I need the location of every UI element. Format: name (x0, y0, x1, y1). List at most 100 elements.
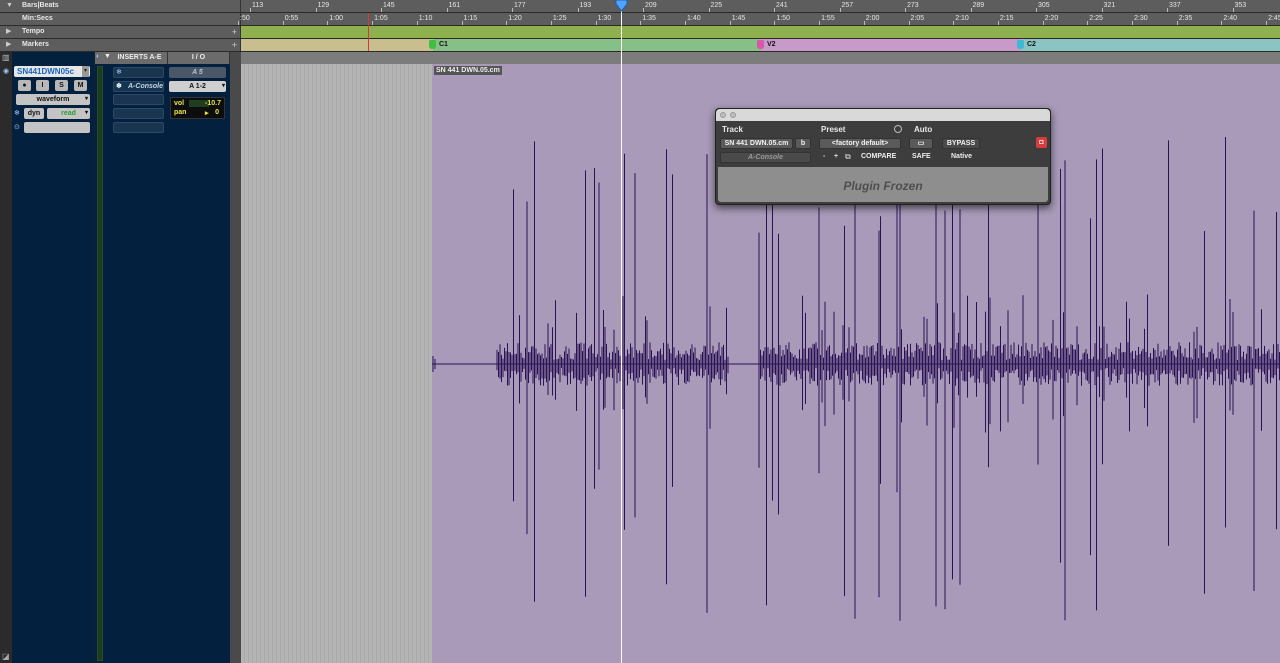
dyn-label: dyn (27, 110, 41, 117)
bars-tick (381, 8, 382, 12)
bars-tick (1167, 8, 1168, 12)
pan-value[interactable]: 0 (215, 109, 219, 116)
plugin-titlebar[interactable] (716, 109, 1050, 121)
playhead-cursor-icon[interactable] (615, 0, 628, 12)
copy-settings-icon[interactable]: ⧉ (845, 152, 851, 162)
bars-beats-label: Bars|Beats (22, 2, 59, 9)
insert-slot-header[interactable]: ❄ (113, 67, 164, 78)
automation-window-icon: ▭ (917, 140, 925, 147)
secs-tick (282, 21, 284, 25)
vol-value[interactable]: -10.7 (205, 100, 221, 107)
pan-label: pan (174, 109, 187, 116)
previous-preset-button[interactable]: - (823, 153, 825, 160)
close-window-button[interactable] (720, 112, 726, 118)
markers-ruler[interactable]: ▶ Markers + C1 V2 C2 (0, 39, 1280, 52)
empty-track-area[interactable] (241, 64, 432, 663)
playlist-icon[interactable]: ⊙ (14, 123, 20, 131)
track-view-selector[interactable]: waveform ▾ (16, 94, 90, 105)
mute-button[interactable]: M (74, 80, 87, 91)
bars-tick (643, 8, 644, 12)
bars-tick-label: 321 (1103, 2, 1116, 9)
automation-enable-button[interactable]: ▭ (909, 138, 933, 149)
insert-slot-c[interactable] (113, 108, 164, 119)
min-secs-scale[interactable]: :50 0:55 1:00 1:05 1:10 1:15 1:20 1:25 1:30 1:35 1… (238, 13, 1280, 25)
insert-slot-a[interactable]: ❄ A-Console (113, 81, 164, 92)
bars-tick-label: 241 (776, 2, 788, 9)
playhead-line[interactable] (621, 0, 622, 663)
secs-tick-label: 1:00 (329, 15, 344, 22)
dyn-button[interactable]: dyn (24, 108, 44, 119)
output-selector[interactable]: A 1-2 ▾ (169, 81, 226, 92)
compare-button[interactable]: COMPARE (861, 153, 896, 160)
track-color-icon[interactable]: ◐ (96, 53, 100, 60)
secs-tick (372, 21, 374, 25)
plugin-track-suffix[interactable]: b (795, 138, 811, 149)
track-header: SN441DWN05c ▾ ● I S M waveform ▾ ❄ dyn r… (12, 52, 94, 663)
bars-beats-scale[interactable]: 113 129 145 161 177 193 209 225 241 257 273 289 305 3… (241, 0, 1280, 12)
expand-triangle-icon[interactable]: ▶ (6, 28, 14, 36)
insert-slot-b[interactable] (113, 94, 164, 105)
bars-tick (446, 8, 448, 12)
waveform-path (496, 137, 1280, 621)
io-header[interactable]: I / O (168, 52, 230, 64)
preset-selector[interactable]: <factory default> (819, 138, 901, 149)
playlist-field[interactable] (24, 122, 90, 133)
insert-slot-d[interactable] (113, 122, 164, 133)
marker-flag-icon (429, 40, 436, 49)
input-monitor-button[interactable]: I (36, 80, 49, 91)
marker-flag-icon (757, 40, 764, 49)
input-selector[interactable]: A 5 (169, 67, 226, 78)
secs-tick (461, 21, 463, 25)
bars-tick (774, 8, 775, 12)
tempo-ruler[interactable]: ▶ Tempo + (0, 26, 1280, 39)
bars-tick-label: 193 (579, 2, 592, 9)
bars-tick (577, 8, 579, 12)
bars-beats-ruler[interactable]: ▼ Bars|Beats 113 129 145 161 177 193 209 225 241… (0, 0, 1280, 13)
record-enable-button[interactable]: ● (18, 80, 31, 91)
bars-tick-label: 145 (383, 2, 395, 9)
automation-mode-selector[interactable]: read ▾ (47, 108, 90, 119)
secs-tick-label: 1:45 (731, 15, 746, 22)
snowflake-icon: ❄ (116, 83, 122, 90)
resize-icon[interactable]: ◪ (2, 652, 10, 661)
chevron-down-icon: ▾ (221, 83, 225, 89)
add-tempo-icon[interactable]: + (232, 27, 237, 37)
add-marker-icon[interactable]: + (232, 40, 237, 50)
next-preset-button[interactable]: + (834, 153, 838, 160)
bars-tick-label: 257 (841, 2, 854, 9)
plugin-insert-selector[interactable]: A-Console (720, 152, 811, 163)
marker-segment-c2 (1021, 39, 1280, 51)
secs-tick (774, 21, 776, 25)
target-button[interactable]: ◘ (1036, 137, 1047, 148)
minimize-window-button[interactable] (730, 112, 736, 118)
safe-button[interactable]: SAFE (912, 153, 931, 160)
ruler-menu-icon[interactable]: ▼ (6, 2, 14, 10)
automation-icon[interactable]: ❄ (14, 109, 20, 117)
secs-tick-label: 2:30 (1134, 15, 1148, 22)
tempo-lane[interactable] (241, 26, 1280, 38)
solo-button[interactable]: S (55, 80, 68, 91)
secs-tick (1087, 21, 1089, 25)
secs-tick (416, 21, 418, 25)
preset-library-icon[interactable] (894, 125, 902, 133)
pan-arrow-icon: ▸ (205, 110, 209, 117)
track-options-icon[interactable]: ◉ (3, 67, 9, 75)
tracklist-menu-icon[interactable]: ▥ (2, 53, 10, 62)
column-menu-icon[interactable]: ▼ (104, 53, 111, 60)
bars-tick (512, 8, 513, 12)
track-name-dropdown-icon[interactable]: ▾ (82, 66, 89, 77)
marker-lane[interactable]: C1 V2 C2 (241, 39, 1280, 51)
track-name: SN441DWN05c (17, 67, 74, 76)
secs-tick (640, 21, 642, 25)
expand-triangle-icon[interactable]: ▶ (6, 41, 14, 49)
meter-header: ◐ ▼ (95, 52, 113, 64)
input-icon: I (41, 82, 44, 89)
secs-tick-label: 2:20 (1044, 15, 1059, 22)
marker-segment-v2 (761, 39, 1021, 51)
min-secs-ruler[interactable]: Min:Secs :50 0:55 1:00 1:05 1:10 1:15 1:20 1:25… (0, 13, 1280, 26)
chevron-down-icon: ▾ (84, 110, 88, 116)
bypass-button[interactable]: BYPASS (942, 138, 980, 149)
plugin-track-selector[interactable]: SN 441 DWN.05.cm (720, 138, 793, 149)
track-name-field[interactable]: SN441DWN05c ▾ (14, 66, 90, 77)
inserts-header[interactable]: INSERTS A-E (112, 52, 168, 64)
